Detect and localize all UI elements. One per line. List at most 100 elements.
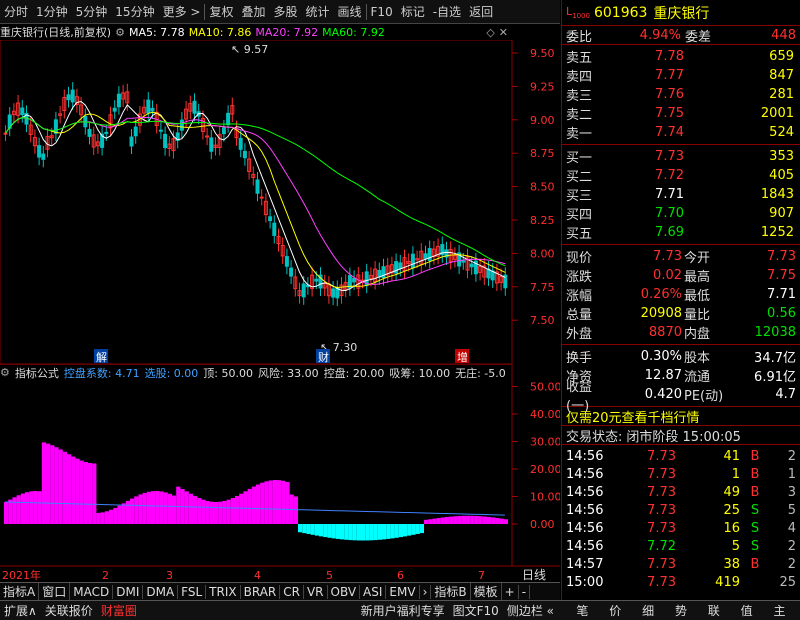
indicator-tab[interactable]: TRIX (206, 584, 241, 599)
toolbar-item[interactable]: 分时 (0, 3, 32, 20)
weibi-value: 4.94% (639, 27, 681, 43)
bottom-item[interactable]: 财富圈 (97, 602, 141, 619)
book-volume: 524 (769, 125, 794, 140)
ind-bar (214, 501, 219, 524)
indicator-tab[interactable]: 窗口 (39, 583, 71, 600)
close-icon[interactable]: ✕ (499, 26, 508, 39)
indicator-tab[interactable]: EMV (386, 584, 420, 599)
side-tab[interactable]: 价 (605, 602, 625, 619)
ind-bar (365, 524, 370, 541)
indicator-tab[interactable]: 指标B (431, 583, 471, 600)
indicator-tab[interactable]: OBV (328, 584, 361, 599)
weicha-value: 448 (771, 27, 796, 43)
tick-list: 14:56 7.73 41 B 2 14:56 7.73 1 B 1 14:56 7.73 49 B 3 14… (562, 445, 800, 593)
kline-chart[interactable]: 9.50 9.25 9.00 8.75 8.50 8.25 8.00 7.75 7.50 ↖ 9… (0, 40, 560, 582)
indicator-tab[interactable]: DMA (143, 584, 179, 599)
price-tick-label: 8.00 (530, 247, 555, 260)
indicator-axis: 50.00 40.00 30.00 20.00 10.00 0.00 (530, 381, 560, 532)
ind-bar (335, 524, 340, 539)
indicator-tab[interactable]: › (420, 584, 432, 599)
ind-bar (37, 491, 42, 524)
ma10-label: MA10: 7.86 (188, 25, 252, 39)
diamond-icon[interactable]: ◇ (486, 26, 494, 39)
toolbar-item[interactable]: 15分钟 (111, 3, 158, 20)
indicator-grid (512, 386, 518, 525)
ind-bar (344, 524, 349, 540)
toolbar: 分时 1分钟 5分钟 15分钟 更多 > 复权 叠加 多股 统计 画线 F10 标记 -自选 返回 (0, 0, 560, 24)
toolbar-item[interactable]: -自选 (429, 3, 465, 20)
ind-bar (474, 515, 479, 524)
bottom-item[interactable]: 关联报价 (41, 602, 97, 619)
side-tab[interactable]: 细 (638, 602, 658, 619)
time-label: 3 (166, 569, 173, 582)
toolbar-item[interactable]: 复权 (205, 3, 237, 20)
indicator-tab[interactable]: + (502, 584, 519, 599)
price-tick-label: 8.75 (530, 147, 555, 160)
indicator-tab[interactable]: 指标A (0, 583, 40, 600)
indicator-name[interactable]: 指标公式 (15, 365, 59, 381)
indicator-tab[interactable]: 模板 (471, 583, 502, 600)
candle-body (221, 127, 226, 135)
toolbar-item[interactable]: 1分钟 (32, 3, 72, 20)
toolbar-item[interactable]: 多股 (269, 3, 301, 20)
stat-value: 12.87 (644, 368, 682, 383)
ind-bar (235, 495, 240, 524)
bottom-item[interactable]: 侧边栏 « (503, 602, 558, 619)
tick-row: 14:56 7.73 16 S 4 (566, 519, 796, 537)
status-value: 闭市阶段 15:00:05 (626, 429, 741, 445)
toolbar-item[interactable]: 返回 (465, 3, 497, 20)
side-tab[interactable]: 主 (769, 602, 789, 619)
candle-body (255, 179, 260, 194)
ind-bar (382, 524, 387, 540)
book-price: 7.77 (655, 68, 684, 83)
bottom-item[interactable]: 图文F10 (449, 602, 503, 619)
side-tab[interactable]: 势 (671, 602, 691, 619)
tick-time: 14:56 (566, 448, 604, 464)
tick-price: 7.73 (647, 448, 676, 464)
status-row: 交易状态: 闭市阶段 15:00:05 (562, 426, 800, 445)
ind-bar (104, 511, 109, 524)
indicator-tab[interactable]: ASI (360, 584, 387, 599)
indicator-settings-icon[interactable]: ⚙ (0, 366, 10, 379)
candle-body (335, 287, 340, 299)
promo-text[interactable]: 仅需20元查看千档行情 (566, 407, 700, 426)
tick-row: 14:56 7.73 25 S 5 (566, 501, 796, 519)
indicator-tab[interactable]: BRAR (241, 584, 281, 599)
indicator-select: 选股: 0.00 (144, 366, 199, 380)
side-tab[interactable]: 值 (737, 602, 757, 619)
toolbar-item[interactable]: 更多 > (159, 3, 205, 20)
indicator-tab[interactable]: DMI (113, 584, 144, 599)
stat-label: 量比 (684, 308, 711, 323)
toolbar-item[interactable]: 叠加 (237, 3, 269, 20)
indicator-tab[interactable]: VR (304, 584, 328, 599)
indicator-tab[interactable]: CR (280, 584, 304, 599)
toolbar-item[interactable]: 标记 (397, 3, 429, 20)
indicator-tab[interactable]: - (519, 584, 531, 599)
toolbar-item[interactable]: 画线 (334, 3, 366, 20)
bottom-item[interactable]: 新用户福利专享 (357, 602, 449, 619)
ind-bar (323, 524, 328, 538)
book-price: 7.70 (655, 206, 684, 221)
ind-bar (319, 524, 324, 537)
candle-body (238, 137, 243, 150)
ind-bar (239, 493, 244, 524)
promo-row[interactable]: 仅需20元查看千档行情 (562, 407, 800, 426)
settings-icon[interactable]: ⚙ (115, 26, 125, 39)
weibi-row: 委比 4.94% 委差 448 (562, 26, 800, 45)
book-label: 买五 (566, 227, 593, 242)
bottom-item[interactable]: 扩展∧ (0, 602, 41, 619)
period-label[interactable]: 日线 (522, 568, 546, 582)
toolbar-item[interactable]: 5分钟 (72, 3, 112, 20)
indicator-tab[interactable]: FSL (178, 584, 207, 599)
book-row: 买五 7.69 1252 (566, 223, 796, 242)
book-label: 卖五 (566, 51, 593, 66)
stat-value: 7.73 (767, 249, 796, 264)
toolbar-item[interactable]: 统计 (302, 3, 334, 20)
toolbar-item[interactable]: F10 (367, 5, 397, 19)
side-tab[interactable]: 笔 (572, 602, 592, 619)
tick-volume: 16 (723, 520, 740, 536)
tick-direction: B (750, 556, 760, 572)
indicator-tab[interactable]: MACD (70, 584, 114, 599)
ind-bar (83, 461, 88, 524)
side-tab[interactable]: 联 (704, 602, 724, 619)
